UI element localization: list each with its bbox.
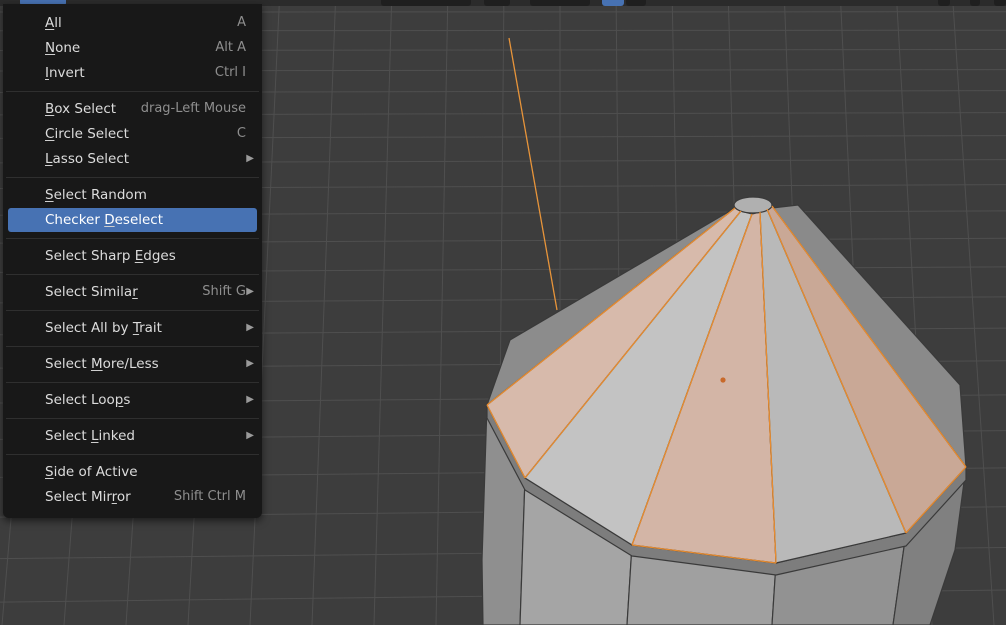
snap-toggle[interactable] xyxy=(530,0,590,6)
options-dropdown[interactable] xyxy=(938,0,950,6)
menu-item-shortcut: A xyxy=(237,15,246,30)
triangle-right-icon: ▶ xyxy=(246,394,254,405)
menu-separator xyxy=(6,310,259,311)
menu-item-label: Select Mirror xyxy=(45,489,131,505)
triangle-right-icon: ▶ xyxy=(246,358,254,369)
menu-separator xyxy=(6,454,259,455)
triangle-right-icon: ▶ xyxy=(246,153,254,164)
menu-item-none[interactable]: None Alt A xyxy=(8,36,257,60)
menu-item-label: Circle Select xyxy=(45,126,129,142)
menu-item-label: Select More/Less xyxy=(45,356,159,372)
menu-item-select-sharp-edges[interactable]: Select Sharp Edges xyxy=(8,244,257,268)
menu-item-shortcut: Ctrl I xyxy=(214,65,246,80)
menu-item-shortcut: Shift Ctrl M xyxy=(173,489,246,504)
menu-item-side-of-active[interactable]: Side of Active xyxy=(8,460,257,484)
menu-item-label: None xyxy=(45,40,81,56)
menu-item-label: Select Random xyxy=(45,187,147,203)
menu-separator xyxy=(6,382,259,383)
menu-item-label: All xyxy=(45,15,62,31)
menu-item-select-mirror[interactable]: Select Mirror Shift Ctrl M xyxy=(8,485,257,509)
menu-item-label: Select Linked xyxy=(45,428,136,444)
menu-item-invert[interactable]: Invert Ctrl I xyxy=(8,61,257,85)
cone-top-cap xyxy=(733,196,773,214)
menu-item-label: Side of Active xyxy=(45,464,138,480)
menu-item-label: Select Sharp Edges xyxy=(45,248,176,264)
menu-item-label: Select All by Trait xyxy=(45,320,162,336)
menu-item-select-linked[interactable]: Select Linked ▶ xyxy=(8,424,257,448)
menu-item-shortcut: C xyxy=(236,126,246,141)
menu-separator xyxy=(6,274,259,275)
menu-separator xyxy=(6,238,259,239)
menu-item-select-similar[interactable]: Select Similar Shift G ▶ xyxy=(8,280,257,304)
pivot-point-dropdown[interactable] xyxy=(484,0,510,6)
menu-item-shortcut: Shift G xyxy=(202,284,246,299)
triangle-right-icon: ▶ xyxy=(246,286,254,297)
menu-item-shortcut: drag-Left Mouse xyxy=(140,101,246,116)
menu-item-label: Checker Deselect xyxy=(45,212,164,228)
menu-item-label: Invert xyxy=(45,65,85,81)
triangle-right-icon: ▶ xyxy=(246,430,254,441)
menu-separator xyxy=(6,346,259,347)
menu-item-select-all-by-trait[interactable]: Select All by Trait ▶ xyxy=(8,316,257,340)
menu-item-select-random[interactable]: Select Random xyxy=(8,183,257,207)
menu-separator xyxy=(6,418,259,419)
proportional-editing-toggle[interactable] xyxy=(602,0,624,6)
menu-item-shortcut: Alt A xyxy=(215,40,246,55)
transform-orientation-dropdown[interactable] xyxy=(381,0,471,6)
menu-separator xyxy=(6,177,259,178)
sidebar-toggle[interactable] xyxy=(970,0,980,6)
menu-item-label: Box Select xyxy=(45,101,117,117)
menu-item-all[interactable]: All A xyxy=(8,11,257,35)
menu-item-select-more-less[interactable]: Select More/Less ▶ xyxy=(8,352,257,376)
menu-item-label: Lasso Select xyxy=(45,151,130,167)
header-widget[interactable] xyxy=(994,0,1006,6)
menu-item-lasso-select[interactable]: Lasso Select ▶ xyxy=(8,147,257,171)
menu-item-label: Select Loops xyxy=(45,392,131,408)
menu-item-select-loops[interactable]: Select Loops ▶ xyxy=(8,388,257,412)
triangle-right-icon: ▶ xyxy=(246,322,254,333)
select-menu: All A None Alt A Invert Ctrl I Box Select drag-… xyxy=(3,4,262,518)
menu-item-box-select[interactable]: Box Select drag-Left Mouse xyxy=(8,97,257,121)
falloff-dropdown[interactable] xyxy=(626,0,646,6)
menu-separator xyxy=(6,91,259,92)
menu-item-checker-deselect[interactable]: Checker Deselect xyxy=(8,208,257,232)
object-origin xyxy=(720,377,726,383)
menu-item-circle-select[interactable]: Circle Select C xyxy=(8,122,257,146)
menu-item-label: Select Similar xyxy=(45,284,138,300)
